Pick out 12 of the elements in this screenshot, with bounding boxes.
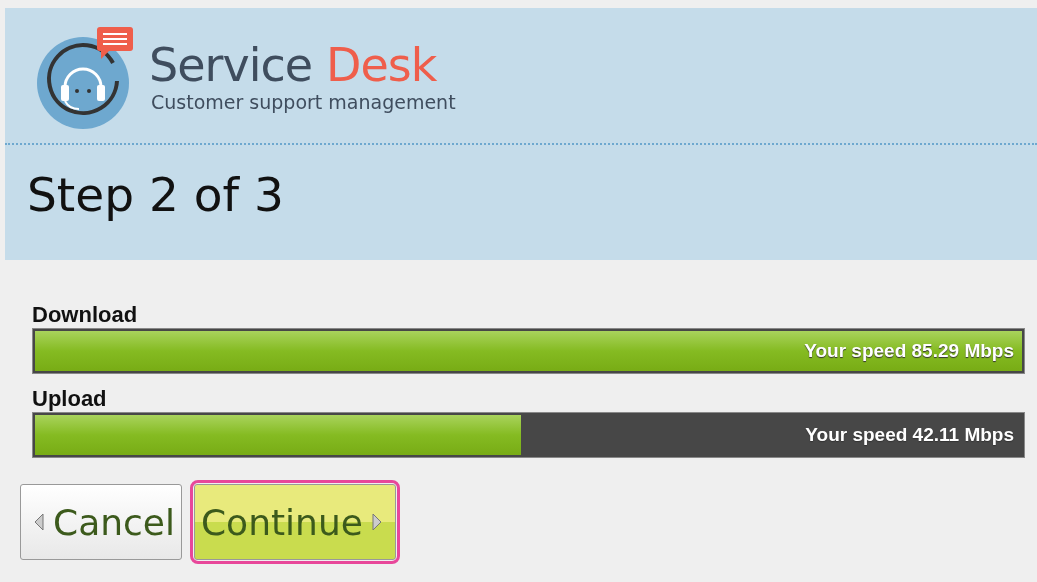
cancel-button[interactable]: Cancel bbox=[20, 484, 182, 560]
continue-button[interactable]: Continue bbox=[193, 484, 396, 560]
brand-name: Service bbox=[149, 39, 312, 91]
step-title: Step 2 of 3 bbox=[27, 167, 285, 222]
brand-tagline: Customer support management bbox=[151, 91, 456, 113]
meter-label: Download bbox=[32, 302, 139, 328]
brand-accent: Desk bbox=[326, 39, 437, 91]
right-caret-icon bbox=[370, 513, 383, 531]
meter-label: Upload bbox=[32, 386, 108, 412]
speed-reading: Your speed 42.11 Mbps bbox=[805, 424, 1015, 446]
speed-reading: Your speed 85.29 Mbps bbox=[804, 340, 1015, 362]
left-caret-icon bbox=[33, 513, 45, 531]
